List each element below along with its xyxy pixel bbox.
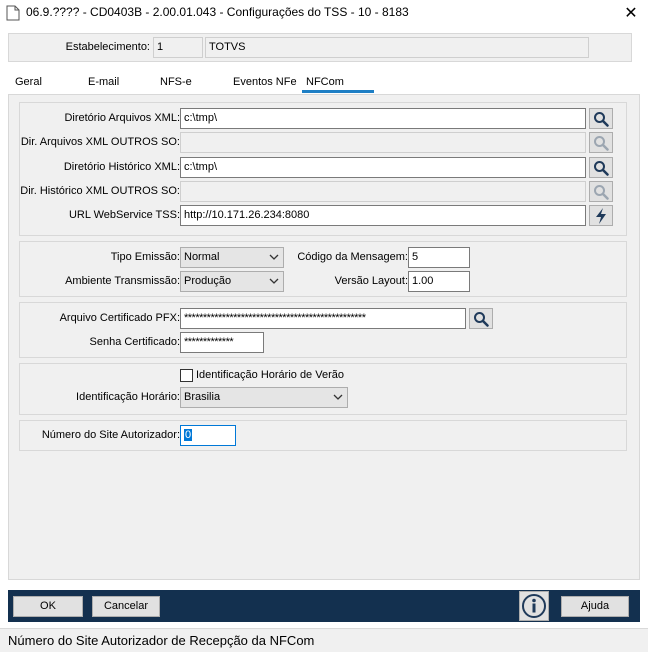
dir-hist-outros-label: Dir. Histórico XML OUTROS SO:: [20, 185, 180, 197]
senha-label: Senha Certificado:: [89, 336, 181, 348]
search-icon: [474, 311, 489, 327]
close-button[interactable]: ✕: [614, 0, 648, 26]
horario-verao-label: Identificação Horário de Verão: [196, 369, 344, 381]
dir-xml-outros-search-button[interactable]: [589, 132, 613, 153]
search-icon: [594, 135, 609, 151]
tipo-emissao-value: Normal: [184, 251, 220, 263]
tab-eventos-nfe[interactable]: Eventos NFe: [229, 72, 301, 93]
dir-hist-outros-search-button[interactable]: [589, 181, 613, 202]
chevron-down-icon: [333, 394, 343, 400]
senha-field[interactable]: *************: [180, 332, 264, 353]
search-icon: [594, 184, 609, 200]
title-bar: 06.9.???? - CD0403B - 2.00.01.043 - Conf…: [0, 0, 648, 26]
info-icon: [522, 594, 546, 618]
tipo-emissao-select[interactable]: Normal: [180, 247, 284, 268]
establishment-label: Estabelecimento:: [65, 41, 150, 53]
pfx-field[interactable]: ****************************************…: [180, 308, 466, 329]
dir-hist-outros-field[interactable]: [180, 181, 586, 202]
pfx-label: Arquivo Certificado PFX:: [59, 312, 180, 324]
info-button[interactable]: [519, 591, 549, 621]
establishment-code-field[interactable]: 1: [153, 37, 203, 58]
dir-xml-field[interactable]: c:\tmp\: [180, 108, 586, 129]
codigo-mensagem-label: Código da Mensagem:: [297, 251, 408, 263]
ok-button[interactable]: OK: [13, 596, 83, 617]
cancel-button[interactable]: Cancelar: [92, 596, 160, 617]
test-connection-button[interactable]: [589, 205, 613, 226]
tipo-emissao-label: Tipo Emissão:: [110, 251, 180, 263]
identificacao-horario-value: Brasilia: [184, 391, 221, 403]
horario-verao-checkbox[interactable]: [180, 369, 193, 382]
ambiente-select[interactable]: Produção: [180, 271, 284, 292]
chevron-down-icon: [269, 278, 279, 284]
dir-hist-label: Diretório Histórico XML:: [63, 161, 180, 173]
dir-xml-outros-label: Dir. Arquivos XML OUTROS SO:: [20, 136, 180, 148]
tab-nfcom[interactable]: NFCom: [302, 72, 374, 93]
site-autorizador-field[interactable]: 0: [180, 425, 236, 446]
url-webservice-field[interactable]: http://10.171.26.234:8080: [180, 205, 586, 226]
document-app-icon: [6, 5, 20, 21]
lightning-icon: [596, 207, 606, 224]
dir-xml-label: Diretório Arquivos XML:: [64, 112, 180, 124]
bottom-button-bar: OK Cancelar Ajuda: [8, 590, 640, 622]
dir-hist-search-button[interactable]: [589, 157, 613, 178]
site-autorizador-value: 0: [184, 429, 193, 441]
versao-layout-field[interactable]: 1.00: [408, 271, 470, 292]
pfx-search-button[interactable]: [469, 308, 493, 329]
site-autorizador-label: Número do Site Autorizador:: [41, 429, 180, 441]
ambiente-label: Ambiente Transmissão:: [65, 275, 180, 287]
tab-email[interactable]: E-mail: [84, 72, 123, 93]
help-button[interactable]: Ajuda: [561, 596, 629, 617]
codigo-mensagem-field[interactable]: 5: [408, 247, 470, 268]
versao-layout-label: Versão Layout:: [334, 275, 408, 287]
chevron-down-icon: [269, 254, 279, 260]
url-webservice-label: URL WebService TSS:: [68, 209, 180, 221]
search-icon: [594, 111, 609, 127]
tab-geral[interactable]: Geral: [11, 72, 46, 93]
close-icon: ✕: [624, 5, 638, 22]
dir-xml-outros-field[interactable]: [180, 132, 586, 153]
search-icon: [594, 160, 609, 176]
ambiente-value: Produção: [184, 275, 232, 287]
establishment-name-field[interactable]: TOTVS: [205, 37, 589, 58]
window-title: 06.9.???? - CD0403B - 2.00.01.043 - Conf…: [26, 5, 409, 19]
identificacao-horario-label: Identificação Horário:: [76, 391, 180, 403]
tab-nfse[interactable]: NFS-e: [156, 72, 196, 93]
tab-bar: Geral E-mail NFS-e Eventos NFe NFCom: [8, 72, 640, 94]
status-bar: Número do Site Autorizador de Recepção d…: [0, 628, 648, 652]
identificacao-horario-select[interactable]: Brasilia: [180, 387, 348, 408]
dir-hist-field[interactable]: c:\tmp\: [180, 157, 586, 178]
dir-xml-search-button[interactable]: [589, 108, 613, 129]
